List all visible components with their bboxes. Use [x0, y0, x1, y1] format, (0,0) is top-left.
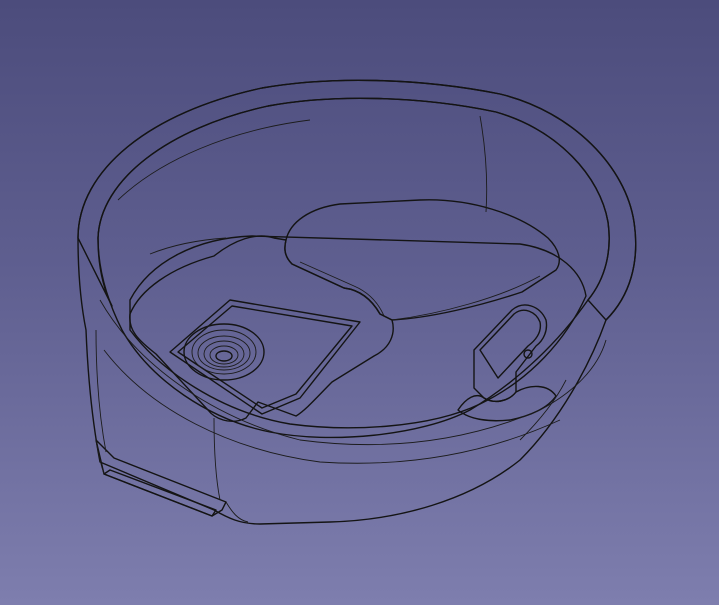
- tube-channel: [129, 235, 394, 422]
- rim-top: [77, 79, 637, 321]
- boss-base: [457, 385, 557, 422]
- cad-model-view[interactable]: [0, 0, 719, 605]
- threaded-hole: [183, 323, 265, 381]
- raised-platform: [284, 199, 560, 321]
- 3d-viewport[interactable]: [0, 0, 719, 605]
- mounting-tab-face: [103, 469, 217, 517]
